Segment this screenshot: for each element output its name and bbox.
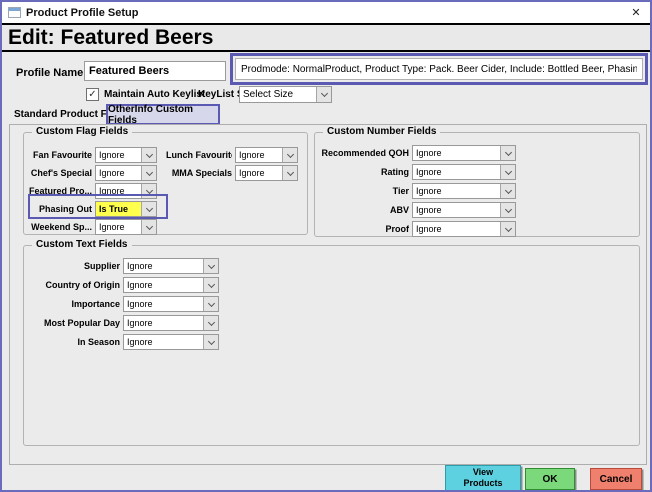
fan-favourite-select[interactable]: Ignore [95, 147, 157, 163]
dropdown-arrow-icon [500, 146, 515, 160]
profile-name-input[interactable] [84, 61, 226, 81]
proof-select[interactable]: Ignore [412, 221, 516, 237]
page-title: Edit: Featured Beers [8, 26, 213, 50]
field-label: Importance [28, 299, 120, 309]
field-row: Lunch Favourite Ignore [166, 147, 298, 163]
field-row: Proof Ignore [319, 221, 516, 237]
recommended-qoh-select[interactable]: Ignore [412, 145, 516, 161]
field-row: ABV Ignore [319, 202, 516, 218]
tab-otherinfo-custom-fields[interactable]: OtherInfo Custom Fields [106, 104, 220, 125]
prodmode-summary-box: Prodmode: NormalProduct, Product Type: P… [235, 58, 643, 80]
view-products-button[interactable]: View Products [445, 465, 521, 491]
field-row: Phasing Out Is True [26, 201, 157, 217]
dropdown-arrow-icon [282, 148, 297, 162]
supplier-select[interactable]: Ignore [123, 258, 219, 274]
window-title: Product Profile Setup [26, 7, 138, 19]
field-row: Chef's Special Ignore [26, 165, 157, 181]
most-popular-day-select[interactable]: Ignore [123, 315, 219, 331]
field-label: Tier [319, 186, 409, 196]
field-label: Country of Origin [28, 280, 120, 290]
field-label: Chef's Special [26, 168, 92, 178]
field-row: Supplier Ignore [28, 258, 219, 274]
field-label: ABV [319, 205, 409, 215]
lunch-favourite-select[interactable]: Ignore [235, 147, 298, 163]
field-label: Rating [319, 167, 409, 177]
dropdown-arrow-icon [203, 297, 218, 311]
field-row: Rating Ignore [319, 164, 516, 180]
field-label: Proof [319, 224, 409, 234]
title-bar: Product Profile Setup ✕ [2, 2, 650, 23]
field-row: Tier Ignore [319, 183, 516, 199]
group-title: Custom Text Fields [32, 239, 132, 250]
dropdown-arrow-icon [141, 184, 156, 198]
field-label: In Season [28, 337, 120, 347]
check-icon: ✓ [88, 90, 96, 100]
field-label: Supplier [28, 261, 120, 271]
custom-flag-fields-group: Custom Flag Fields Fan Favourite Ignore … [23, 132, 308, 235]
dropdown-arrow-icon [203, 335, 218, 349]
field-label: MMA Specials [166, 168, 232, 178]
dropdown-arrow-icon [500, 222, 515, 236]
field-label: Most Popular Day [28, 318, 120, 328]
dropdown-arrow-icon [141, 148, 156, 162]
cancel-button[interactable]: Cancel [590, 468, 642, 490]
weekend-special-select[interactable]: Ignore [95, 219, 157, 235]
field-label: Fan Favourite [26, 150, 92, 160]
close-button[interactable]: ✕ [628, 5, 644, 21]
dropdown-arrow-icon [282, 166, 297, 180]
dropdown-arrow-icon [141, 166, 156, 180]
custom-text-fields-group: Custom Text Fields Supplier Ignore Count… [23, 245, 640, 446]
country-of-origin-select[interactable]: Ignore [123, 277, 219, 293]
product-profile-setup-window: Product Profile Setup ✕ Edit: Featured B… [0, 0, 652, 492]
prodmode-summary-text: Prodmode: NormalProduct, Product Type: P… [241, 64, 637, 75]
abv-select[interactable]: Ignore [412, 202, 516, 218]
field-row: Featured Pro... Ignore [26, 183, 157, 199]
tier-select[interactable]: Ignore [412, 183, 516, 199]
field-label: Lunch Favourite [166, 150, 232, 160]
in-season-select[interactable]: Ignore [123, 334, 219, 350]
dropdown-arrow-icon [500, 184, 515, 198]
rating-select[interactable]: Ignore [412, 164, 516, 180]
app-icon [8, 7, 21, 18]
dropdown-arrow-icon [500, 203, 515, 217]
field-label: Weekend Sp... [26, 222, 92, 232]
field-row: Most Popular Day Ignore [28, 315, 219, 331]
dropdown-arrow-icon [141, 220, 156, 234]
group-title: Custom Flag Fields [32, 126, 132, 137]
dropdown-arrow-icon [203, 278, 218, 292]
field-row: Fan Favourite Ignore [26, 147, 157, 163]
tab-page-panel: Custom Flag Fields Fan Favourite Ignore … [9, 124, 647, 465]
field-row: Importance Ignore [28, 296, 219, 312]
ok-button[interactable]: OK [525, 468, 575, 490]
dropdown-arrow-icon [203, 259, 218, 273]
group-title: Custom Number Fields [323, 126, 440, 137]
importance-select[interactable]: Ignore [123, 296, 219, 312]
dropdown-arrow-icon [500, 165, 515, 179]
field-row: Recommended QOH Ignore [319, 145, 516, 161]
chefs-special-select[interactable]: Ignore [95, 165, 157, 181]
prodmode-annotation-box: Prodmode: NormalProduct, Product Type: P… [230, 53, 648, 85]
page-header: Edit: Featured Beers [2, 23, 650, 52]
field-row: Weekend Sp... Ignore [26, 219, 157, 235]
featured-product-select[interactable]: Ignore [95, 183, 157, 199]
field-label: Recommended QOH [319, 148, 409, 158]
phasing-out-select[interactable]: Is True [95, 201, 157, 217]
mma-specials-select[interactable]: Ignore [235, 165, 298, 181]
field-row: In Season Ignore [28, 334, 219, 350]
dropdown-arrow-icon [141, 202, 156, 216]
dropdown-arrow-icon [316, 87, 331, 102]
custom-number-fields-group: Custom Number Fields Recommended QOH Ign… [314, 132, 640, 237]
profile-name-label: Profile Name: [16, 67, 87, 79]
field-label: Featured Pro... [26, 186, 92, 196]
dropdown-arrow-icon [203, 316, 218, 330]
field-label: Phasing Out [26, 204, 92, 214]
field-row: MMA Specials Ignore [166, 165, 298, 181]
maintain-auto-keylist-label: Maintain Auto Keylist [104, 89, 205, 100]
keylist-size-select[interactable]: Select Size [239, 86, 332, 103]
close-icon: ✕ [631, 6, 640, 19]
maintain-auto-keylist-checkbox[interactable]: ✓ [86, 88, 99, 101]
field-row: Country of Origin Ignore [28, 277, 219, 293]
